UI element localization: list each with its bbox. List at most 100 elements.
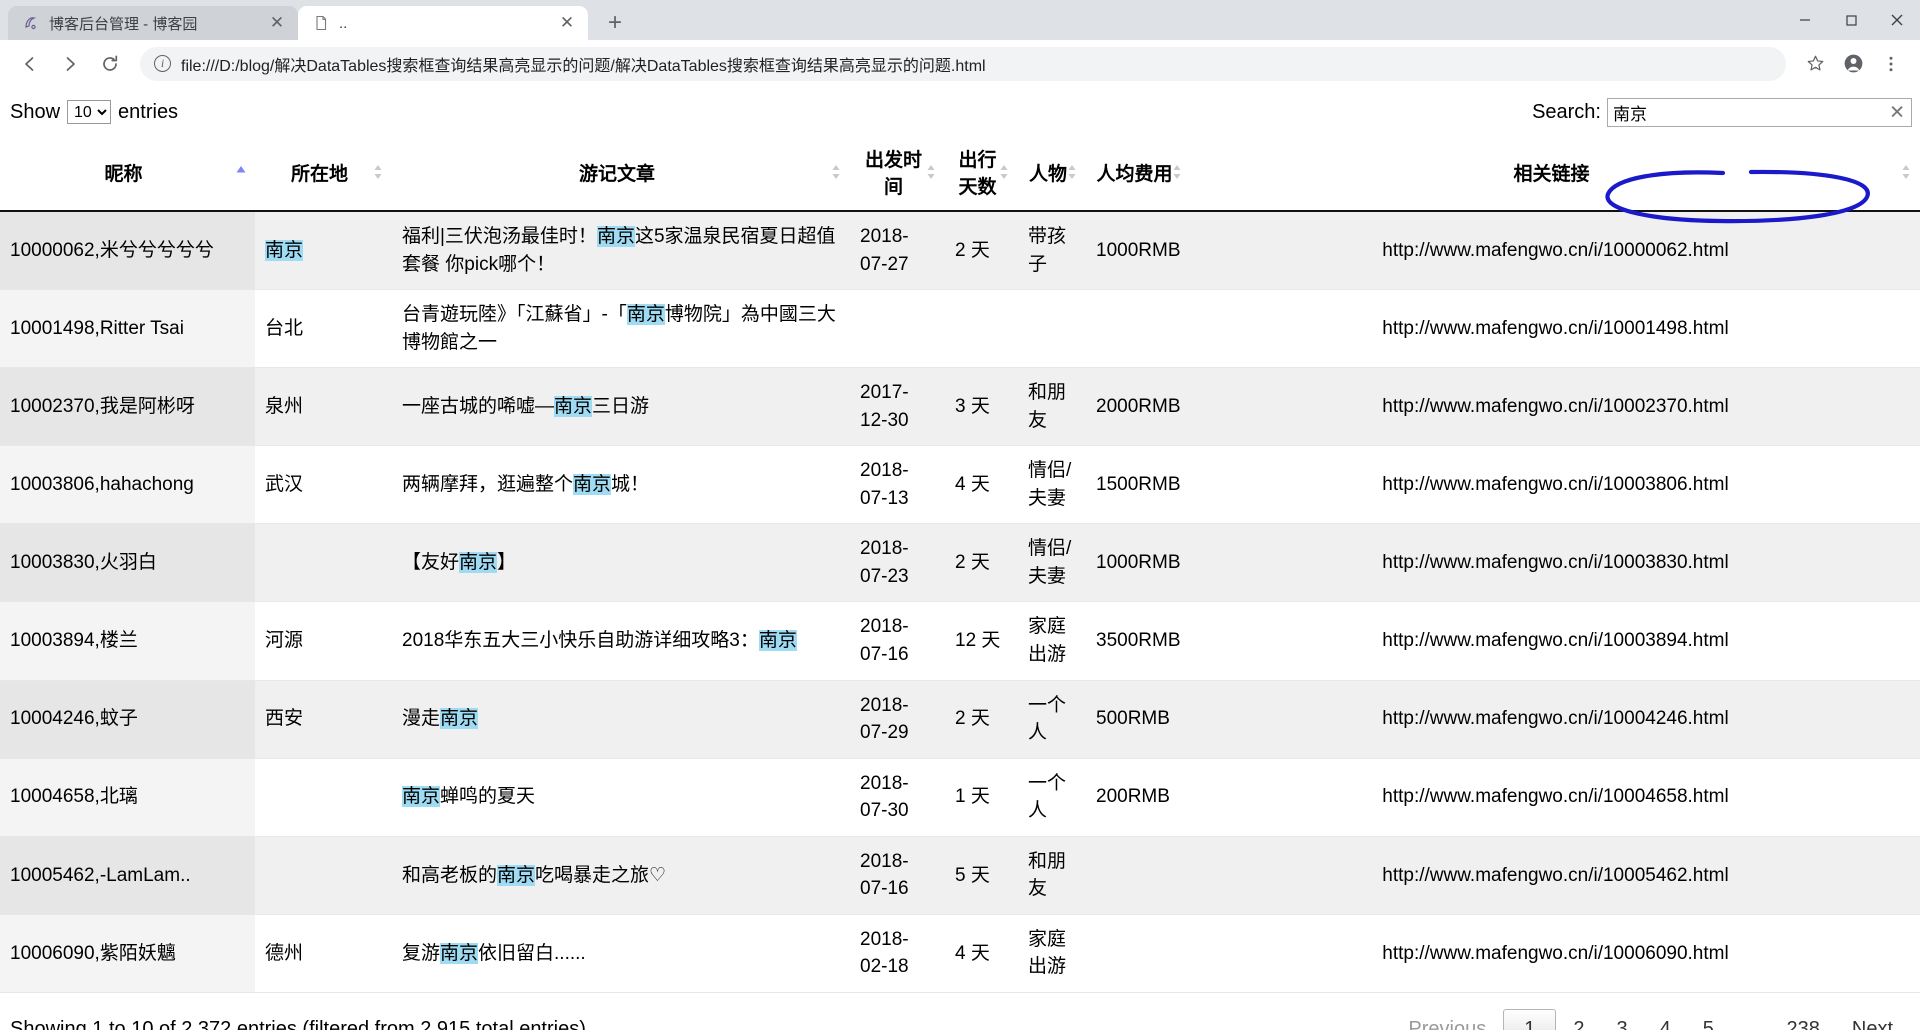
show-label: Show [10,100,61,123]
table-row[interactable]: 10004658,北璃 南京蝉鸣的夏天 2018-07-30 1 天一个人 200RMB… [0,758,1920,837]
cell-nickname: 10003830,火羽白 [0,523,255,603]
cell-nickname: 10006090,紫陌妖魑 [0,914,255,993]
minimize-icon[interactable] [1782,0,1828,40]
column-header-nickname[interactable]: 昵称 [0,134,255,212]
column-header-cost-label: 人均费用 [1096,163,1173,185]
cell-nickname: 10001498,Ritter Tsai [0,289,255,369]
cell-cost: 1000RMB [1086,211,1191,291]
search-highlight: 南京 [402,786,441,808]
pagination-button-3[interactable]: 3 [1601,1011,1642,1030]
table-row[interactable]: 10005462,-LamLam.. 和高老板的南京吃喝暴走之旅♡ 2018-07-… [0,836,1920,915]
page-content: Show 10 entries Search: ✕ 昵称 [0,88,1920,1030]
table-body: 10000062,米兮兮兮兮兮 南京 福利|三伏泡汤最佳时！南京这5家温泉民宿夏日超… [0,211,1920,993]
pagination-button-previous[interactable]: Previous [1393,1011,1501,1030]
table-row[interactable]: 10004246,蚊子 西安 漫走南京 2018-07-29 2 天一个人 500RMB h… [0,680,1920,759]
column-header-article-label: 游记文章 [578,163,655,185]
reload-icon[interactable] [92,46,128,82]
cell-days: 4 天 [945,445,1018,525]
sort-ascending-icon [235,163,247,181]
search-highlight: 南京 [497,864,536,886]
close-window-icon[interactable] [1874,0,1920,40]
address-bar-url: file:///D:/blog/解决DataTables搜索框查询结果高亮显示的… [181,57,986,75]
search-highlight: 南京 [554,395,593,417]
pagination-button-2[interactable]: 2 [1558,1011,1599,1030]
site-info-icon[interactable]: i [154,55,171,72]
page-length-control: Show 10 entries [10,100,178,124]
cell-cost: 3500RMB [1086,601,1191,681]
cell-departure-date: 2017-12-30 [850,367,945,447]
search-input[interactable] [1607,98,1912,127]
sort-both-icon [925,163,937,181]
cell-article: 【友好南京】 [392,523,850,603]
cell-days [945,289,1018,369]
cell-days: 2 天 [945,680,1018,759]
cell-nickname: 10004246,蚊子 [0,680,255,759]
pagination-button-5[interactable]: 5 [1688,1011,1729,1030]
star-icon[interactable] [1798,47,1832,81]
column-header-location[interactable]: 所在地 [255,134,392,212]
window-controls [1782,0,1920,40]
close-icon[interactable]: ✕ [266,12,288,34]
address-bar[interactable]: i file:///D:/blog/解决DataTables搜索框查询结果高亮显… [140,46,1786,81]
cell-article: 南京蝉鸣的夏天 [392,758,850,837]
cell-location: 台北 [255,289,392,369]
new-tab-button[interactable]: + [598,6,632,40]
column-header-link[interactable]: 相关链接 [1191,134,1920,212]
column-header-link-label: 相关链接 [1513,163,1590,185]
cell-location [255,523,392,603]
cell-cost: 2000RMB [1086,367,1191,447]
column-header-days-label: 出行天数 [958,150,997,198]
table-row[interactable]: 10003830,火羽白 【友好南京】 2018-07-23 2 天情侣/夫妻 1000… [0,523,1920,603]
cell-companion: 一个人 [1018,758,1086,837]
pagination-button-1[interactable]: 1 [1503,1008,1557,1030]
table-row[interactable]: 10001498,Ritter Tsai 台北 台青遊玩陸》「江蘇省」-「南京博物院… [0,289,1920,369]
column-header-departure-date-label: 出发时间 [864,150,922,198]
column-header-article[interactable]: 游记文章 [392,134,850,212]
cell-cost [1086,289,1191,369]
table-head: 昵称 所在地 游记文章 出发时间 出行天数 人物 人均费用 相关链接 [0,134,1920,212]
table-row[interactable]: 10006090,紫陌妖魑 德州 复游南京依旧留白...... 2018-02-18 4… [0,914,1920,993]
entries-label: entries [118,100,179,123]
pagination-button-next[interactable]: Next [1837,1011,1908,1030]
search-highlight: 南京 [459,552,498,574]
browser-tab-2[interactable]: .. ✕ [298,6,588,40]
pagination-button-238[interactable]: 238 [1772,1011,1835,1030]
pagination-button-4[interactable]: 4 [1645,1011,1686,1030]
browser-titlebar: 博客后台管理 - 博客园 ✕ .. ✕ + [0,0,1920,40]
document-icon [312,14,330,32]
cell-link: http://www.mafengwo.cn/i/10000062.html [1191,211,1920,291]
column-header-cost[interactable]: 人均费用 [1086,134,1191,212]
browser-tab-1[interactable]: 博客后台管理 - 博客园 ✕ [8,6,298,40]
table-row[interactable]: 10003806,hahachong 武汉 两辆摩拜，逛遍整个南京城！ 2018-07… [0,445,1920,525]
profile-avatar-icon[interactable] [1836,47,1870,81]
page-length-select[interactable]: 10 [67,100,112,124]
back-icon[interactable] [12,46,48,82]
search-highlight: 南京 [596,226,635,247]
cell-departure-date: 2018-07-27 [850,211,945,291]
clear-search-icon[interactable]: ✕ [1889,103,1905,122]
table-row[interactable]: 10002370,我是阿彬呀 泉州 一座古城的唏嘘—南京三日游 2017-12-30 3… [0,367,1920,447]
table-row[interactable]: 10003894,楼兰 河源 2018华东五大三小快乐自助游详细攻略3：南京 2018… [0,601,1920,681]
forward-icon[interactable] [52,46,88,82]
cell-location: 西安 [255,680,392,759]
search-highlight: 南京 [626,304,665,326]
search-highlight: 南京 [573,474,612,496]
search-highlight: 南京 [265,239,304,261]
column-header-location-label: 所在地 [290,163,348,185]
column-header-companion[interactable]: 人物 [1018,134,1086,212]
cell-companion: 和朋友 [1018,836,1086,915]
close-icon[interactable]: ✕ [556,12,578,34]
column-header-departure-date[interactable]: 出发时间 [850,134,945,212]
maximize-icon[interactable] [1828,0,1874,40]
sort-both-icon [372,163,384,181]
more-menu-icon[interactable] [1874,47,1908,81]
column-header-days[interactable]: 出行天数 [945,134,1018,212]
table-row[interactable]: 10000062,米兮兮兮兮兮 南京 福利|三伏泡汤最佳时！南京这5家温泉民宿夏日超… [0,211,1920,291]
cell-link: http://www.mafengwo.cn/i/10001498.html [1191,289,1920,369]
cell-location: 泉州 [255,367,392,447]
cell-location: 武汉 [255,445,392,525]
cell-days: 3 天 [945,367,1018,447]
cell-article: 福利|三伏泡汤最佳时！南京这5家温泉民宿夏日超值套餐 你pick哪个！ [392,211,850,291]
browser-toolbar: i file:///D:/blog/解决DataTables搜索框查询结果高亮显… [0,40,1920,88]
cell-cost: 200RMB [1086,758,1191,837]
